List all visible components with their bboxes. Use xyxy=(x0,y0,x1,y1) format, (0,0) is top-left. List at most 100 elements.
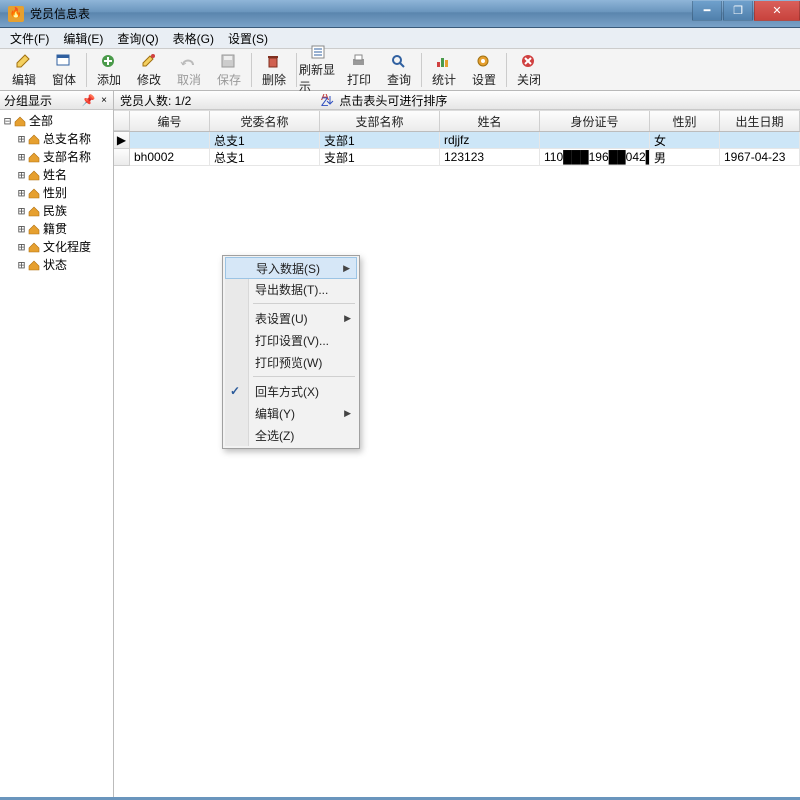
ctx-separator xyxy=(253,303,355,304)
tree-item[interactable]: ⊞性别 xyxy=(16,184,111,202)
toolbar-label: 修改 xyxy=(137,71,161,88)
tree-item[interactable]: ⊞总支名称 xyxy=(16,130,111,148)
tree-expand-icon[interactable]: ⊞ xyxy=(16,130,27,148)
house-icon xyxy=(27,169,41,181)
toolbar-print-button[interactable]: 打印 xyxy=(339,50,379,90)
cell[interactable]: 总支1 xyxy=(210,132,320,149)
tree-expand-icon[interactable]: ⊞ xyxy=(16,238,27,256)
toolbar-query-button[interactable]: 查询 xyxy=(379,50,419,90)
sidebar-title: 分组显示 xyxy=(4,92,52,109)
ctx-item[interactable]: 打印预览(W) xyxy=(225,351,357,373)
ctx-item[interactable]: ✓回车方式(X) xyxy=(225,380,357,402)
add-icon xyxy=(100,52,118,70)
toolbar-label: 刷新显示 xyxy=(299,61,339,95)
toolbar-delete-button[interactable]: 删除 xyxy=(254,50,294,90)
tree-item[interactable]: ⊞文化程度 xyxy=(16,238,111,256)
row-marker xyxy=(114,149,130,166)
toolbar-add-button[interactable]: 添加 xyxy=(89,50,129,90)
cell[interactable]: 123123 xyxy=(440,149,540,166)
cell[interactable]: 总支1 xyxy=(210,149,320,166)
ctx-item[interactable]: 编辑(Y)▶ xyxy=(225,402,357,424)
cell[interactable] xyxy=(540,132,650,149)
row-marker: ▶ xyxy=(114,132,130,149)
ctx-item[interactable]: 表设置(U) ▶ xyxy=(225,307,357,329)
col-idnum[interactable]: 身份证号 xyxy=(540,111,650,131)
cell[interactable]: 110███196██042█5430 xyxy=(540,149,650,166)
house-icon xyxy=(27,205,41,217)
submenu-arrow-icon: ▶ xyxy=(344,313,351,324)
tree-expand-icon[interactable]: ⊞ xyxy=(16,184,27,202)
cell[interactable]: 支部1 xyxy=(320,132,440,149)
tree-expand-icon[interactable]: ⊞ xyxy=(16,202,27,220)
sidebar: 分组显示 📌 × ⊟ 全部 ⊞总支名称⊞支部名称⊞姓名⊞性别⊞民族⊞籍贯⊞文化程… xyxy=(0,91,114,797)
sidebar-pin-icon[interactable]: 📌 xyxy=(81,94,95,107)
table-row[interactable]: bh0002总支1支部1123123110███196██042█5430男19… xyxy=(114,149,800,166)
toolbar-stats-button[interactable]: 统计 xyxy=(424,50,464,90)
menu-settings[interactable]: 设置(S) xyxy=(222,28,274,49)
toolbar-label: 删除 xyxy=(262,71,286,88)
tree-item[interactable]: ⊞籍贯 xyxy=(16,220,111,238)
cell[interactable]: rdjjfz xyxy=(440,132,540,149)
col-branch[interactable]: 支部名称 xyxy=(320,111,440,131)
tree-children: ⊞总支名称⊞支部名称⊞姓名⊞性别⊞民族⊞籍贯⊞文化程度⊞状态 xyxy=(16,130,111,274)
cell[interactable]: 1967-04-23 xyxy=(720,149,800,166)
menu-edit[interactable]: 编辑(E) xyxy=(57,28,109,49)
ctx-item-label: 打印设置(V)... xyxy=(255,332,329,349)
ctx-item[interactable]: 全选(Z) xyxy=(225,424,357,446)
cell[interactable]: 女 xyxy=(650,132,720,149)
info-strip: 党员人数: 1/2 AZ 点击表头可进行排序 xyxy=(114,91,800,110)
sidebar-close-button[interactable]: × xyxy=(97,95,111,106)
modify-icon xyxy=(140,52,158,70)
col-id[interactable]: 编号 xyxy=(130,111,210,131)
col-gender[interactable]: 性别 xyxy=(650,111,720,131)
data-grid[interactable]: 编号 党委名称 支部名称 姓名 身份证号 性别 出生日期 ▶ 总支1支部1rdjj… xyxy=(114,110,800,166)
ctx-item[interactable]: 打印设置(V)... xyxy=(225,329,357,351)
col-birth[interactable]: 出生日期 xyxy=(720,111,800,131)
toolbar-modify-button[interactable]: 修改 xyxy=(129,50,169,90)
menu-file[interactable]: 文件(F) xyxy=(4,28,55,49)
menubar: 文件(F) 编辑(E) 查询(Q) 表格(G) 设置(S) xyxy=(0,28,800,49)
menu-query[interactable]: 查询(Q) xyxy=(111,28,164,49)
app-icon: 🔥 xyxy=(8,6,24,22)
cell[interactable] xyxy=(130,132,210,149)
grid-corner xyxy=(114,111,130,131)
tree-item-label: 姓名 xyxy=(43,166,67,184)
refresh-icon xyxy=(310,44,328,60)
table-row[interactable]: ▶ 总支1支部1rdjjfz 女 xyxy=(114,132,800,149)
col-name[interactable]: 姓名 xyxy=(440,111,540,131)
ctx-item[interactable]: 导出数据(T)... xyxy=(225,278,357,300)
toolbar-refresh-button[interactable]: 刷新显示 xyxy=(299,50,339,90)
tree-item[interactable]: ⊞民族 xyxy=(16,202,111,220)
tree-root[interactable]: ⊟ 全部 xyxy=(2,112,111,130)
close-icon xyxy=(520,52,538,70)
tree-expand-icon[interactable]: ⊞ xyxy=(16,220,27,238)
menu-table[interactable]: 表格(G) xyxy=(167,28,220,49)
toolbar-edit-button[interactable]: 编辑 xyxy=(4,50,44,90)
stats-icon xyxy=(435,52,453,70)
tree-item[interactable]: ⊞ 支部名称 xyxy=(16,148,111,166)
window-maximize-button[interactable]: ❐ xyxy=(723,1,753,21)
toolbar-settings-button[interactable]: 设置 xyxy=(464,50,504,90)
check-icon: ✓ xyxy=(230,384,240,398)
cell[interactable]: 支部1 xyxy=(320,149,440,166)
ctx-item[interactable]: 导入数据(S)▶ xyxy=(225,257,357,279)
window-close-button[interactable]: ✕ xyxy=(754,1,800,21)
cell[interactable] xyxy=(720,132,800,149)
cell[interactable]: bh0002 xyxy=(130,149,210,166)
svg-text:Z: Z xyxy=(321,95,328,106)
window-minimize-button[interactable]: ━ xyxy=(692,1,722,21)
tree-item[interactable]: ⊞ 姓名 xyxy=(16,166,111,184)
tree-expand-icon[interactable]: ⊞ xyxy=(16,166,27,184)
cell[interactable]: 男 xyxy=(650,149,720,166)
tree-item[interactable]: ⊞状态 xyxy=(16,256,111,274)
tree-collapse-icon[interactable]: ⊟ xyxy=(2,112,13,130)
tree-expand-icon[interactable]: ⊞ xyxy=(16,148,27,166)
house-icon xyxy=(13,115,27,127)
col-committee[interactable]: 党委名称 xyxy=(210,111,320,131)
ctx-item-label: 表设置(U) xyxy=(255,310,308,327)
toolbar-window-button[interactable]: 窗体 xyxy=(44,50,84,90)
tree-expand-icon[interactable]: ⊞ xyxy=(16,256,27,274)
toolbar-close-button[interactable]: 关闭 xyxy=(509,50,549,90)
toolbar-label: 查询 xyxy=(387,71,411,88)
tree-item-label: 支部名称 xyxy=(43,148,91,166)
